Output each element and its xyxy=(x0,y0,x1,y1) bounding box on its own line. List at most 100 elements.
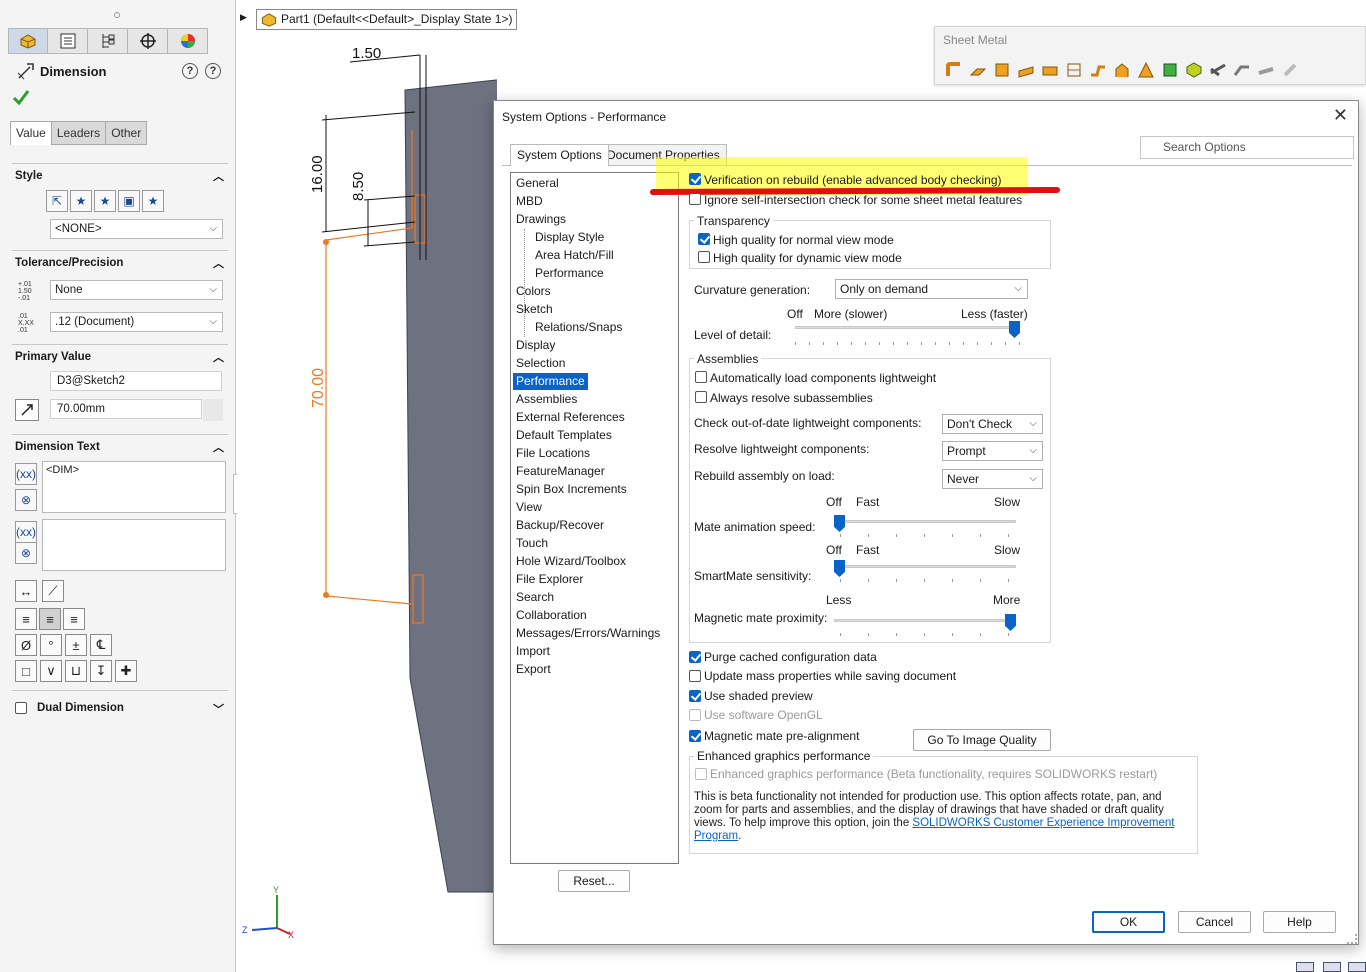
sheet-metal-part[interactable] xyxy=(404,68,497,893)
tree-item-sketch[interactable]: Sketch xyxy=(516,301,553,318)
check-outdated-select[interactable]: Don't Check ⌵ xyxy=(942,414,1043,434)
sketch-point[interactable] xyxy=(323,239,329,245)
rebuild-on-load-select[interactable]: Never ⌵ xyxy=(942,469,1043,489)
dimension-70-00-selected[interactable]: 70.00 xyxy=(310,368,327,408)
feature-manager-tab[interactable] xyxy=(8,28,48,54)
purge-cached-checkbox[interactable] xyxy=(689,651,701,663)
tree-item-search[interactable]: Search xyxy=(516,589,554,606)
collapse-chevron-icon[interactable]: ︿ xyxy=(213,255,224,271)
ceip-link[interactable]: SOLIDWORKS Customer Experience Improveme… xyxy=(912,817,1174,829)
tab-value[interactable]: Value xyxy=(10,121,52,145)
corners-icon[interactable] xyxy=(1159,59,1180,80)
dimension-text-section-header[interactable]: Dimension Text ︿ xyxy=(12,434,228,454)
ignore-self-intersection-checkbox[interactable] xyxy=(689,193,701,205)
add-style-icon[interactable]: ★ xyxy=(70,190,92,212)
align-center-icon[interactable]: ≡ xyxy=(39,608,61,630)
view-orientation-icon[interactable] xyxy=(1296,962,1314,972)
add-parentheses-icon-2[interactable]: (xx) xyxy=(15,521,37,543)
lofted-bend-icon[interactable] xyxy=(991,59,1012,80)
center-dimension-icon[interactable]: ⊗ xyxy=(15,489,37,511)
help-icon[interactable]: ? xyxy=(205,63,221,79)
go-to-image-quality-button[interactable]: Go To Image Quality xyxy=(913,729,1051,751)
load-style-icon[interactable]: ★ xyxy=(142,190,164,212)
dimxpert-manager-tab[interactable] xyxy=(128,28,168,54)
whats-wrong-help-icon[interactable]: ? xyxy=(182,63,198,79)
convert-to-sheet-metal-icon[interactable] xyxy=(967,59,988,80)
dimension-text-lower[interactable] xyxy=(42,519,226,571)
dimension-16-00[interactable]: 16.00 xyxy=(309,155,326,193)
expand-chevron-icon[interactable]: ﹀ xyxy=(213,701,224,717)
dual-dimension-section-header[interactable]: Dual Dimension ﹀ xyxy=(12,690,228,718)
rip-icon[interactable] xyxy=(1279,59,1300,80)
sketch-canvas[interactable]: 1.50 16.00 8.50 70.00 Y X Z xyxy=(237,0,497,972)
plus-minus-icon[interactable]: ± xyxy=(65,634,87,656)
primary-value-section-header[interactable]: Primary Value ︿ xyxy=(12,344,228,364)
display-style-icon[interactable] xyxy=(1323,962,1341,972)
align-right-icon[interactable]: ≡ xyxy=(63,608,85,630)
tree-item-collaboration[interactable]: Collaboration xyxy=(516,607,587,624)
tree-item-external-references[interactable]: External References xyxy=(516,409,625,426)
counterbore-icon[interactable]: ⊔ xyxy=(65,660,87,682)
square-icon[interactable]: □ xyxy=(15,660,37,682)
ok-button[interactable]: OK xyxy=(1092,911,1165,933)
sketch-point[interactable] xyxy=(323,592,329,598)
tree-item-drawings-performance[interactable]: Performance xyxy=(535,265,604,282)
tree-item-featuremanager[interactable]: FeatureManager xyxy=(516,463,605,480)
dual-dimension-checkbox[interactable] xyxy=(15,702,27,714)
tab-other[interactable]: Other xyxy=(105,121,148,145)
mate-anim-slider-track[interactable] xyxy=(834,520,1016,523)
panel-grip[interactable] xyxy=(114,12,120,18)
ok-check-icon[interactable] xyxy=(12,88,30,106)
tree-item-relations-snaps[interactable]: Relations/Snaps xyxy=(535,319,622,336)
add-parentheses-icon[interactable]: (xx) xyxy=(15,463,37,485)
tree-item-backup-recover[interactable]: Backup/Recover xyxy=(516,517,604,534)
base-flange-icon[interactable] xyxy=(943,59,964,80)
collapse-chevron-icon[interactable]: ︿ xyxy=(213,439,224,455)
value-spinner[interactable] xyxy=(203,399,223,421)
tree-item-import[interactable]: Import xyxy=(516,643,550,660)
transparency-dynamic-checkbox[interactable] xyxy=(698,251,710,263)
collapse-chevron-icon[interactable]: ︿ xyxy=(213,349,224,365)
tree-item-export[interactable]: Export xyxy=(516,661,551,678)
apply-default-style-icon[interactable]: ⇱ xyxy=(46,190,68,212)
dimension-1-50[interactable]: 1.50 xyxy=(352,45,381,62)
reset-button[interactable]: Reset... xyxy=(558,870,630,892)
degree-icon[interactable]: ° xyxy=(40,634,62,656)
magnetic-slider-track[interactable] xyxy=(834,619,1016,622)
sketch-line[interactable] xyxy=(325,240,413,605)
smartmate-slider-track[interactable] xyxy=(834,565,1016,568)
precision-dropdown[interactable]: .12 (Document) ⌵ xyxy=(50,312,223,332)
tree-item-display-style[interactable]: Display Style xyxy=(535,229,604,246)
search-options-input[interactable]: Search Options xyxy=(1140,136,1354,159)
save-style-icon[interactable]: ▣ xyxy=(118,190,140,212)
angled-text-icon[interactable]: ⟋ xyxy=(42,580,64,602)
edge-flange-icon[interactable] xyxy=(1015,59,1036,80)
tree-item-general[interactable]: General xyxy=(516,175,559,192)
more-symbols-icon[interactable]: ✚ xyxy=(115,660,137,682)
resolve-lightweight-select[interactable]: Prompt ⌵ xyxy=(942,441,1043,461)
cancel-button[interactable]: Cancel xyxy=(1178,911,1251,933)
align-left-icon[interactable]: ≡ xyxy=(15,608,37,630)
verification-checkbox[interactable] xyxy=(689,173,701,185)
tab-system-options[interactable]: System Options xyxy=(510,144,609,166)
tab-leaders[interactable]: Leaders xyxy=(50,121,107,145)
delete-style-icon[interactable]: ★ xyxy=(94,190,116,212)
centerline-icon[interactable]: ℄ xyxy=(90,634,112,656)
fold-icon[interactable] xyxy=(1255,59,1276,80)
update-mass-checkbox[interactable] xyxy=(689,670,701,682)
resize-grip[interactable] xyxy=(1347,934,1357,944)
magnetic-prealign-checkbox[interactable] xyxy=(689,730,701,742)
diameter-icon[interactable]: Ø xyxy=(15,634,37,656)
transparency-normal-checkbox[interactable] xyxy=(698,233,710,245)
close-icon[interactable]: ✕ xyxy=(1333,105,1348,126)
collapse-chevron-icon[interactable]: ︿ xyxy=(213,168,224,184)
property-manager-tab[interactable] xyxy=(48,28,88,54)
tree-item-area-hatch[interactable]: Area Hatch/Fill xyxy=(535,247,614,264)
tree-item-hole-wizard[interactable]: Hole Wizard/Toolbox xyxy=(516,553,626,570)
miter-flange-icon[interactable] xyxy=(1039,59,1060,80)
tree-item-default-templates[interactable]: Default Templates xyxy=(516,427,612,444)
help-button[interactable]: Help xyxy=(1263,911,1336,933)
tree-item-assemblies[interactable]: Assemblies xyxy=(516,391,577,408)
lod-slider-track[interactable] xyxy=(795,326,1020,329)
tree-item-drawings[interactable]: Drawings xyxy=(516,211,566,228)
